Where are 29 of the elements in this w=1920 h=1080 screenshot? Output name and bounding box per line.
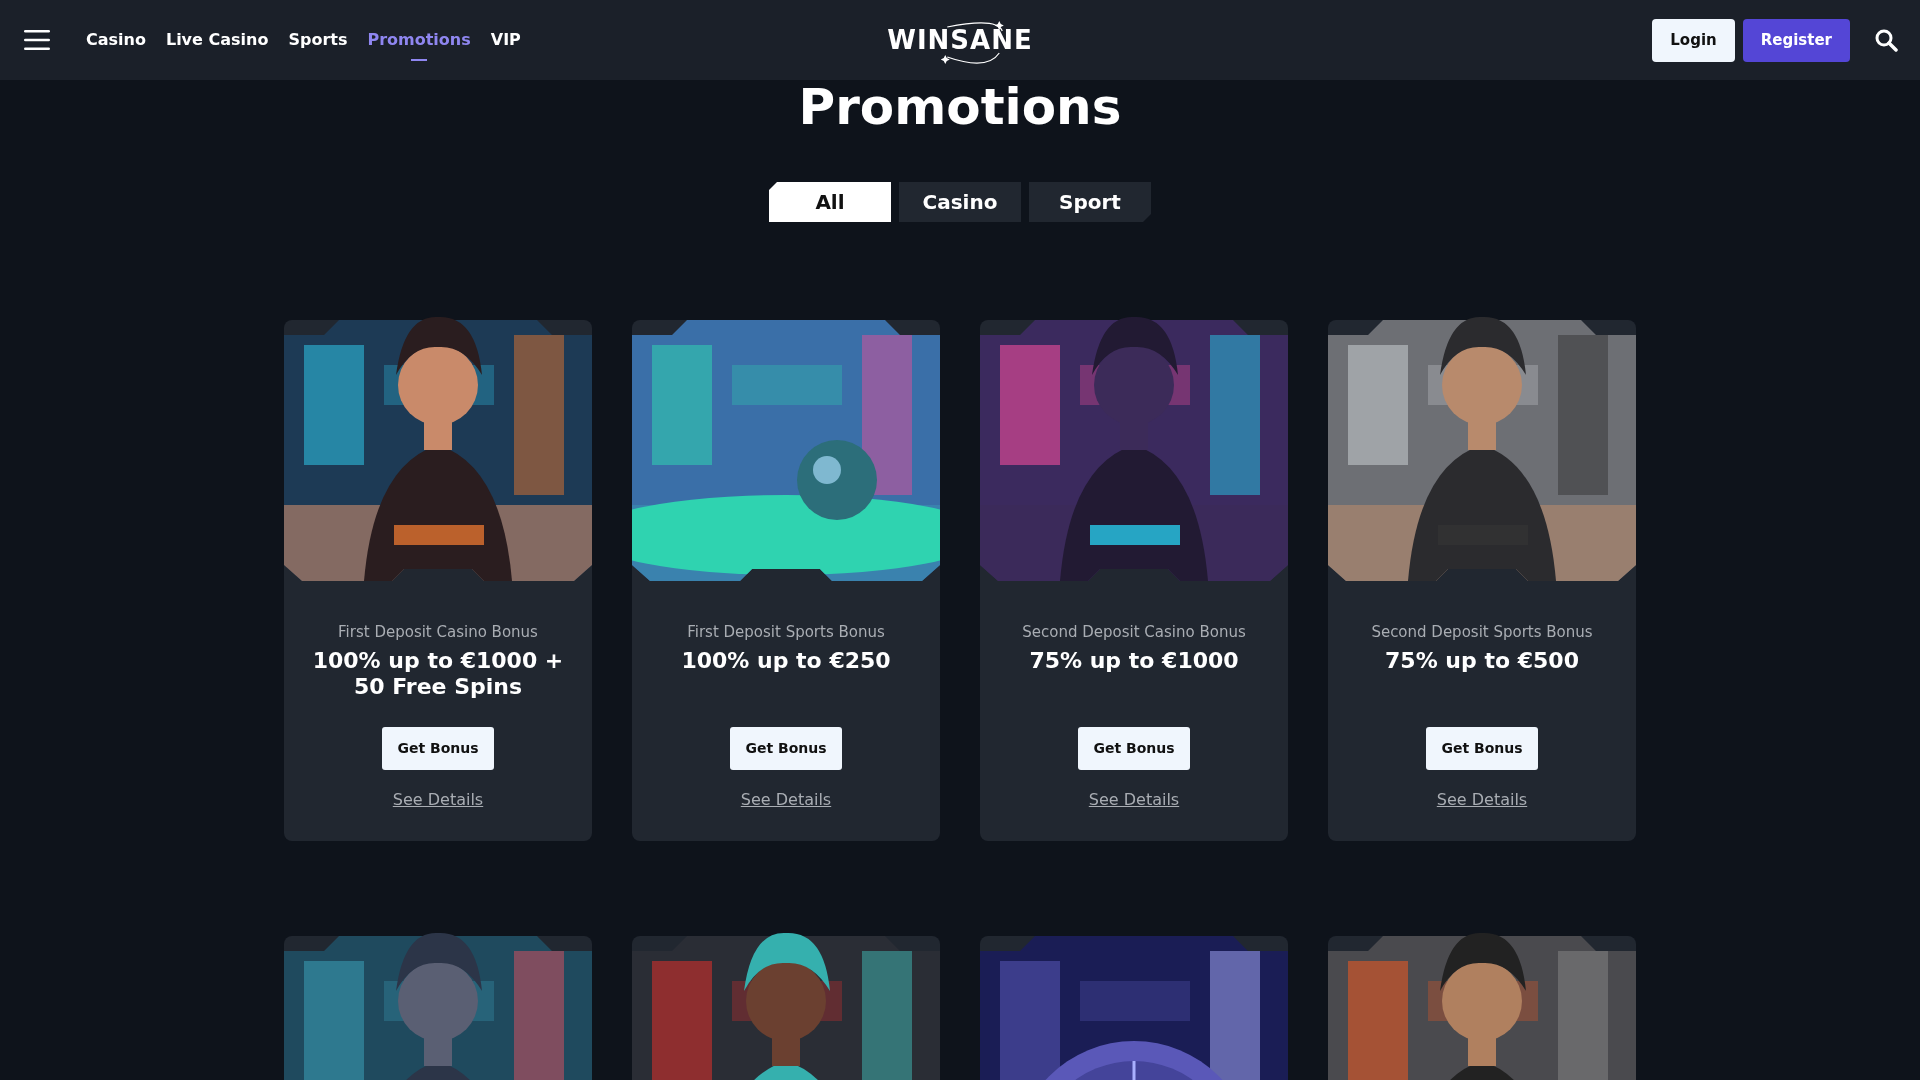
nav-link[interactable]: Casino bbox=[86, 19, 146, 61]
page-title: Promotions bbox=[797, 80, 1123, 132]
promo-title: 100% up to €250 bbox=[680, 647, 892, 675]
nav-link[interactable]: Live Casino bbox=[165, 19, 269, 61]
see-details-link[interactable]: See Details bbox=[1088, 787, 1180, 812]
promo-subtitle: First Deposit Casino Bonus bbox=[338, 622, 538, 643]
filter-tab[interactable]: All bbox=[769, 182, 891, 222]
see-details-link[interactable]: See Details bbox=[392, 787, 484, 812]
get-bonus-button[interactable]: Get Bonus bbox=[1426, 726, 1538, 770]
promo-title: 75% up to €1000 bbox=[1028, 647, 1240, 675]
menu-icon[interactable] bbox=[24, 30, 50, 50]
register-button[interactable]: Register bbox=[1742, 18, 1850, 62]
promo-subtitle: Second Deposit Sports Bonus bbox=[1371, 622, 1593, 643]
promo-title: 75% up to €500 bbox=[1384, 647, 1580, 675]
login-button[interactable]: Login bbox=[1652, 18, 1735, 62]
get-bonus-button[interactable]: Get Bonus bbox=[730, 726, 842, 770]
get-bonus-button[interactable]: Get Bonus bbox=[382, 726, 494, 770]
see-details-link[interactable]: See Details bbox=[740, 787, 832, 812]
filter-tab[interactable]: Casino bbox=[899, 182, 1021, 222]
promo-subtitle: Second Deposit Casino Bonus bbox=[1022, 622, 1246, 643]
search-icon[interactable] bbox=[1874, 28, 1898, 52]
see-details-link[interactable]: See Details bbox=[1436, 787, 1528, 812]
nav-link[interactable]: VIP bbox=[490, 19, 521, 61]
nav-link[interactable]: Sports bbox=[288, 19, 348, 61]
filter-tab[interactable]: Sport bbox=[1029, 182, 1151, 222]
logo[interactable]: WINSANE bbox=[887, 27, 1033, 53]
promo-title: 100% up to €1000 + 50 Free Spins bbox=[311, 647, 565, 701]
promo-subtitle: First Deposit Sports Bonus bbox=[687, 622, 885, 643]
get-bonus-button[interactable]: Get Bonus bbox=[1078, 726, 1190, 770]
